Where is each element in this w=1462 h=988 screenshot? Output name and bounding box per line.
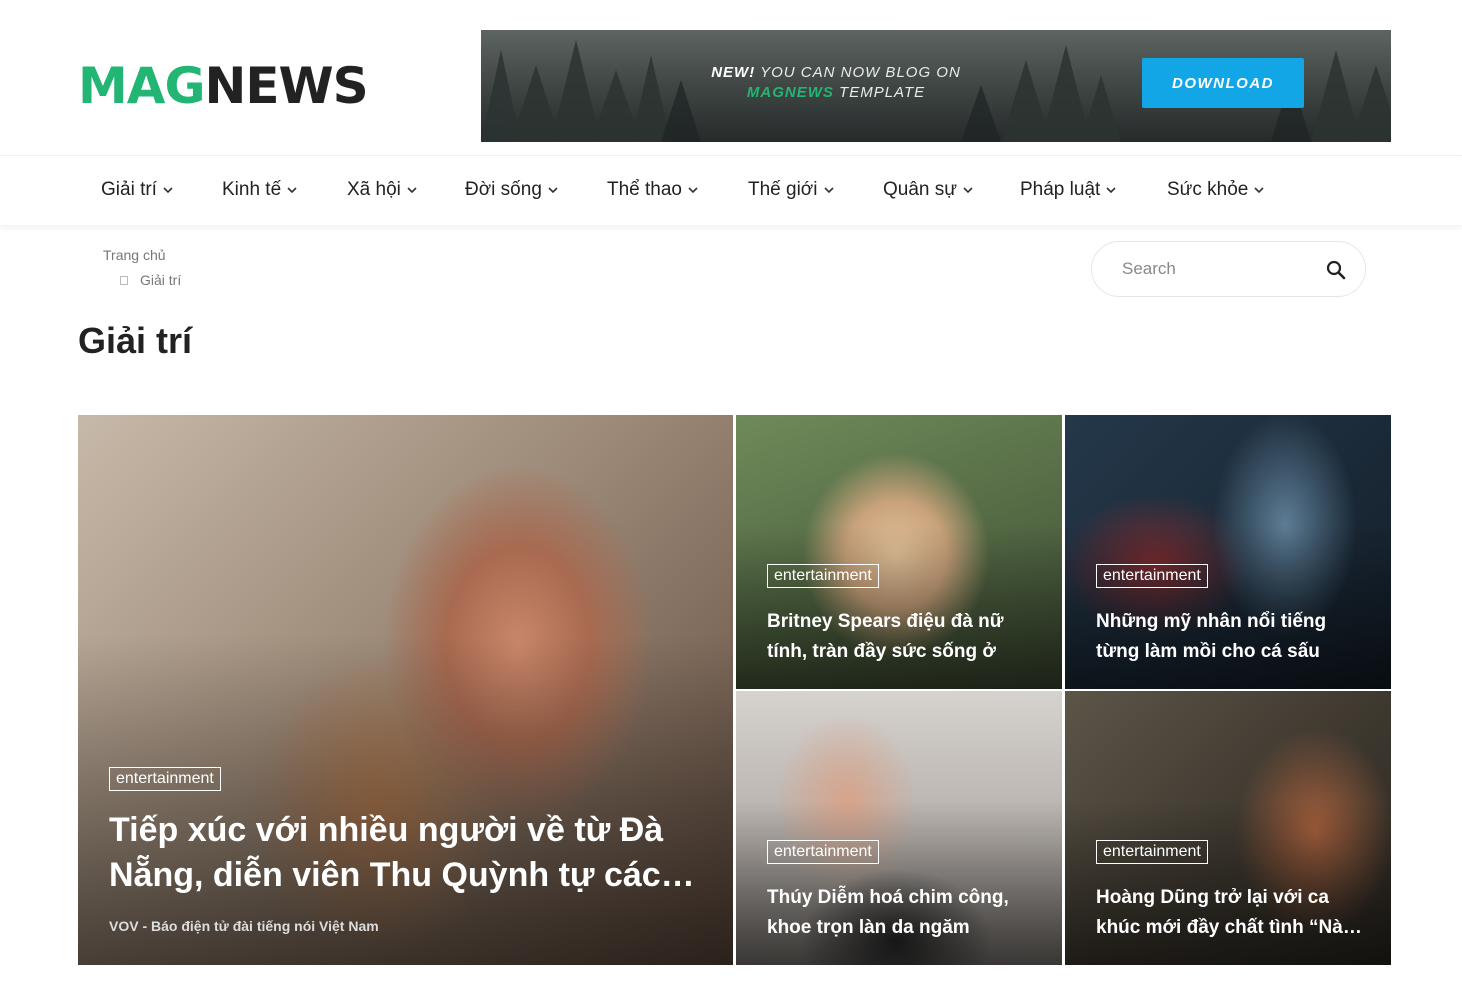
banner-brand: MAGNEWS <box>746 84 834 101</box>
category-tag[interactable]: entertainment <box>109 767 221 791</box>
promo-banner[interactable]: NEW! YOU CAN NOW BLOG ON MAGNEWS TEMPLAT… <box>481 30 1391 142</box>
chevron-down-icon <box>548 187 558 194</box>
nav-item-phap-luat[interactable]: Pháp luật <box>1020 156 1116 224</box>
banner-line2: TEMPLATE <box>833 84 926 101</box>
nav-item-label: Thể thao <box>607 179 682 200</box>
nav-item-label: Đời sống <box>465 179 542 200</box>
nav-item-the-thao[interactable]: Thể thao <box>607 156 698 224</box>
nav-item-suc-khoe[interactable]: Sức khỏe <box>1167 156 1264 224</box>
chevron-down-icon <box>1106 187 1116 194</box>
main-nav: Giải trí Kinh tế Xã hội Đời sống Thể tha… <box>0 155 1462 225</box>
article-card[interactable]: entertainment Những mỹ nhân nổi tiếng từ… <box>1065 415 1391 689</box>
breadcrumb-separator-icon <box>120 275 128 285</box>
chevron-down-icon <box>407 187 417 194</box>
search-input[interactable] <box>1122 256 1312 282</box>
nav-item-quan-su[interactable]: Quân sự <box>883 156 973 224</box>
nav-item-label: Kinh tế <box>222 179 282 200</box>
chevron-down-icon <box>688 187 698 194</box>
breadcrumb-home[interactable]: Trang chủ <box>103 247 166 263</box>
article-source: VOV - Báo điện tử đài tiếng nói Việt Nam <box>109 918 379 934</box>
banner-new-label: NEW! <box>711 64 756 81</box>
category-tag[interactable]: entertainment <box>1096 564 1208 588</box>
chevron-down-icon <box>963 187 973 194</box>
logo-part-mag: MAG <box>78 57 205 115</box>
chevron-down-icon <box>823 187 834 194</box>
breadcrumb-current-label: Giải trí <box>140 272 182 288</box>
search-icon[interactable] <box>1324 258 1348 282</box>
chevron-down-icon <box>1254 187 1264 194</box>
search-box <box>1091 241 1366 297</box>
nav-item-the-gioi[interactable]: Thế giới <box>748 156 834 224</box>
chevron-down-icon <box>163 187 173 194</box>
category-tag[interactable]: entertainment <box>767 840 879 864</box>
article-title[interactable]: Hoàng Dũng trở lại với ca khúc mới đầy c… <box>1096 883 1366 943</box>
nav-item-doi-song[interactable]: Đời sống <box>465 156 558 224</box>
article-title[interactable]: Britney Spears điệu đà nữ tính, tràn đầy… <box>767 607 1037 667</box>
nav-item-label: Xã hội <box>347 179 401 200</box>
chevron-down-icon <box>287 187 297 194</box>
logo-part-news: NEWS <box>204 57 369 115</box>
featured-article-title[interactable]: Tiếp xúc với nhiều người về từ Đà Nẵng, … <box>109 808 709 898</box>
nav-item-kinh-te[interactable]: Kinh tế <box>222 156 297 224</box>
breadcrumb-current: Giải trí <box>120 272 181 288</box>
article-title[interactable]: Thúy Diễm hoá chim công, khoe trọn làn d… <box>767 883 1037 943</box>
featured-article-card[interactable]: entertainment Tiếp xúc với nhiều người v… <box>78 415 733 965</box>
article-title[interactable]: Những mỹ nhân nổi tiếng từng làm mồi cho… <box>1096 607 1366 667</box>
category-tag[interactable]: entertainment <box>767 564 879 588</box>
nav-item-giai-tri[interactable]: Giải trí <box>101 156 173 224</box>
page-title: Giải trí <box>78 320 193 361</box>
article-card[interactable]: entertainment Thúy Diễm hoá chim công, k… <box>736 691 1062 965</box>
category-tag[interactable]: entertainment <box>1096 840 1208 864</box>
nav-item-label: Sức khỏe <box>1167 179 1249 200</box>
nav-item-label: Thế giới <box>748 179 818 200</box>
nav-item-xa-hoi[interactable]: Xã hội <box>347 156 417 224</box>
article-card[interactable]: entertainment Hoàng Dũng trở lại với ca … <box>1065 691 1391 965</box>
image-overlay <box>78 635 733 965</box>
banner-message: NEW! YOU CAN NOW BLOG ON MAGNEWS TEMPLAT… <box>691 63 981 103</box>
nav-item-label: Quân sự <box>883 179 957 200</box>
article-card[interactable]: entertainment Britney Spears điệu đà nữ … <box>736 415 1062 689</box>
nav-item-label: Pháp luật <box>1020 179 1101 200</box>
nav-item-label: Giải trí <box>101 179 157 200</box>
site-logo[interactable]: MAGNEWS <box>78 56 369 116</box>
download-button[interactable]: DOWNLOAD <box>1142 58 1304 108</box>
banner-line1: YOU CAN NOW BLOG ON <box>755 64 961 81</box>
